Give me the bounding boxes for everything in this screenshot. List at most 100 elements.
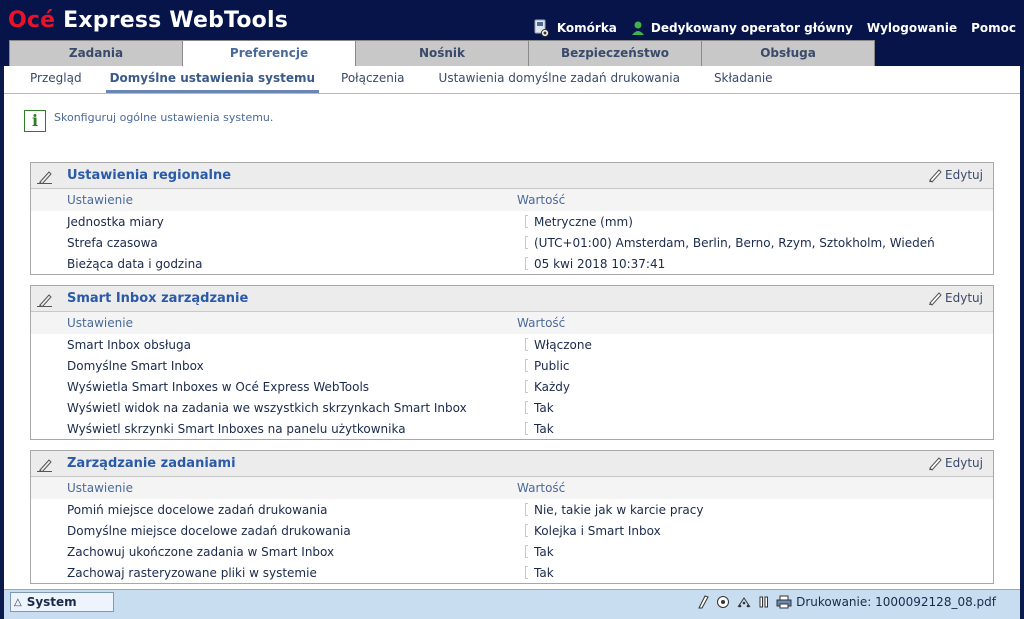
table-row: Wyświetla Smart Inboxes w Océ Express We… [31,376,993,397]
column-value: Wartość [517,481,566,495]
tab-obsluga[interactable]: Obsługa [701,40,875,66]
tab-preferencje[interactable]: Preferencje [182,40,356,67]
subtab-przeglad[interactable]: Przegląd [26,66,86,93]
status-bar: △ System Drukowanie: 1000092128_08.pdf [4,589,1020,619]
tab-zadania[interactable]: Zadania [9,40,183,66]
row-value: 05 kwi 2018 10:37:41 [534,257,666,271]
subtab-skladanie[interactable]: Składanie [710,66,777,93]
pencil-icon [37,294,52,307]
help-link[interactable]: Pomoc [971,21,1016,35]
row-value: Nie, takie jak w karcie pracy [534,503,704,517]
table-row: Strefa czasowa (UTC+01:00) Amsterdam, Be… [31,232,993,253]
subtab-ustawienia-zadan[interactable]: Ustawienia domyślne zadań drukowania [435,66,684,93]
cell-link[interactable]: Komórka [533,19,617,37]
row-setting: Zachowaj rasteryzowane pliki w systemie [67,566,317,580]
subtab-domyslne-ustawienia[interactable]: Domyślne ustawienia systemu [105,66,320,93]
device-panel-icon [534,19,549,37]
user-nav: Komórka Dedykowany operator główny Wylog… [533,18,1024,38]
row-value: Tak [534,545,554,559]
logout-link[interactable]: Wylogowanie [867,21,957,35]
value-separator [525,401,528,414]
row-setting: Domyślne miejsce docelowe zadań drukowan… [67,524,351,538]
value-separator [525,545,528,558]
value-separator [525,380,528,393]
row-value: Kolejka i Smart Inbox [534,524,661,538]
value-separator [525,422,528,435]
subtab-polaczenia[interactable]: Połączenia [337,66,409,93]
tab-bezpieczenstwo[interactable]: Bezpieczeństwo [528,40,702,66]
operator-link[interactable]: Dedykowany operator główny [631,20,853,36]
help-label: Pomoc [971,21,1016,35]
row-value: Tak [534,401,554,415]
edit-button[interactable]: Edytuj [927,455,983,471]
sub-tabs: Przegląd Domyślne ustawienia systemu Poł… [4,66,1020,94]
stacker-icon[interactable] [736,595,752,609]
value-separator [525,236,528,249]
row-setting: Domyślne Smart Inbox [67,359,204,373]
value-separator [525,524,528,537]
system-tab[interactable]: △ System [10,592,114,612]
panel-header: Ustawienia regionalne Edytuj [31,163,993,189]
media-icon[interactable] [696,595,710,609]
row-setting: Jednostka miary [67,215,164,229]
row-setting: Strefa czasowa [67,236,158,250]
panel-header: Smart Inbox zarządzanie Edytuj [31,286,993,312]
row-setting: Pomiń miejsce docelowe zadań drukowania [67,503,328,517]
panel-smart-inbox: Smart Inbox zarządzanie Edytuj Ustawieni… [30,285,994,440]
value-separator [525,338,528,351]
panel-regional-settings: Ustawienia regionalne Edytuj Ustawienie … [30,162,994,275]
value-separator [525,359,528,372]
main-content: Przegląd Domyślne ustawienia systemu Poł… [4,66,1020,589]
edit-pencil-icon [929,169,942,183]
edit-button[interactable]: Edytuj [927,167,983,183]
logout-label: Wylogowanie [866,21,958,35]
edit-pencil-icon [929,457,942,471]
printer-icon [776,595,792,609]
table-row: Domyślne Smart Inbox Public [31,355,993,376]
row-value: Tak [534,566,554,580]
expand-up-icon: △ [14,596,22,608]
value-separator [525,503,528,516]
edit-pencil-icon [929,292,942,306]
user-icon [631,21,644,35]
row-value: (UTC+01:00) Amsterdam, Berlin, Berno, Rz… [534,236,935,250]
app-title: Express WebTools [63,8,289,33]
app-header: Océ Express WebTools Komórka Dedykowany … [0,0,1024,67]
column-value: Wartość [517,316,566,330]
info-text: Skonfiguruj ogólne ustawienia systemu. [54,111,274,124]
row-value: Metryczne (mm) [534,215,633,229]
table-row: Wyświetl skrzynki Smart Inboxes na panel… [31,418,993,439]
app-logo: Océ Express WebTools [8,8,288,33]
row-setting: Wyświetl skrzynki Smart Inboxes na panel… [67,422,406,436]
panel-title: Zarządzanie zadaniami [67,456,236,471]
table-row: Jednostka miary Metryczne (mm) [31,211,993,232]
row-setting: Smart Inbox obsługa [67,338,191,352]
value-separator [525,215,528,228]
row-setting: Bieżąca data i godzina [67,257,203,271]
main-tabs: Zadania Preferencje Nośnik Bezpieczeństw… [9,40,875,67]
pencil-icon [37,459,52,472]
row-setting: Zachowuj ukończone zadania w Smart Inbox [67,545,335,559]
info-message: i Skonfiguruj ogólne ustawienia systemu. [24,110,273,132]
tab-nosnik[interactable]: Nośnik [355,40,529,66]
column-value: Wartość [517,193,566,207]
table-row: Domyślne miejsce docelowe zadań drukowan… [31,520,993,541]
panel-title: Ustawienia regionalne [67,168,232,183]
value-separator [525,257,528,270]
column-header: Ustawienie Wartość [31,189,993,211]
toner-icon[interactable] [716,595,730,609]
table-row: Zachowuj ukończone zadania w Smart Inbox… [31,541,993,562]
pause-icon[interactable] [758,595,770,609]
column-header: Ustawienie Wartość [31,477,993,499]
column-setting: Ustawienie [67,481,133,495]
cell-label: Komórka [556,21,617,35]
status-tray: Drukowanie: 1000092128_08.pdf [690,593,996,611]
row-value: Włączone [534,338,592,352]
row-value: Każdy [534,380,571,394]
operator-label: Dedykowany operator główny [650,21,853,35]
table-row: Smart Inbox obsługa Włączone [31,334,993,355]
edit-label: Edytuj [945,291,983,305]
edit-button[interactable]: Edytuj [927,290,983,306]
column-setting: Ustawienie [67,193,133,207]
printing-status: Drukowanie: 1000092128_08.pdf [796,595,996,609]
